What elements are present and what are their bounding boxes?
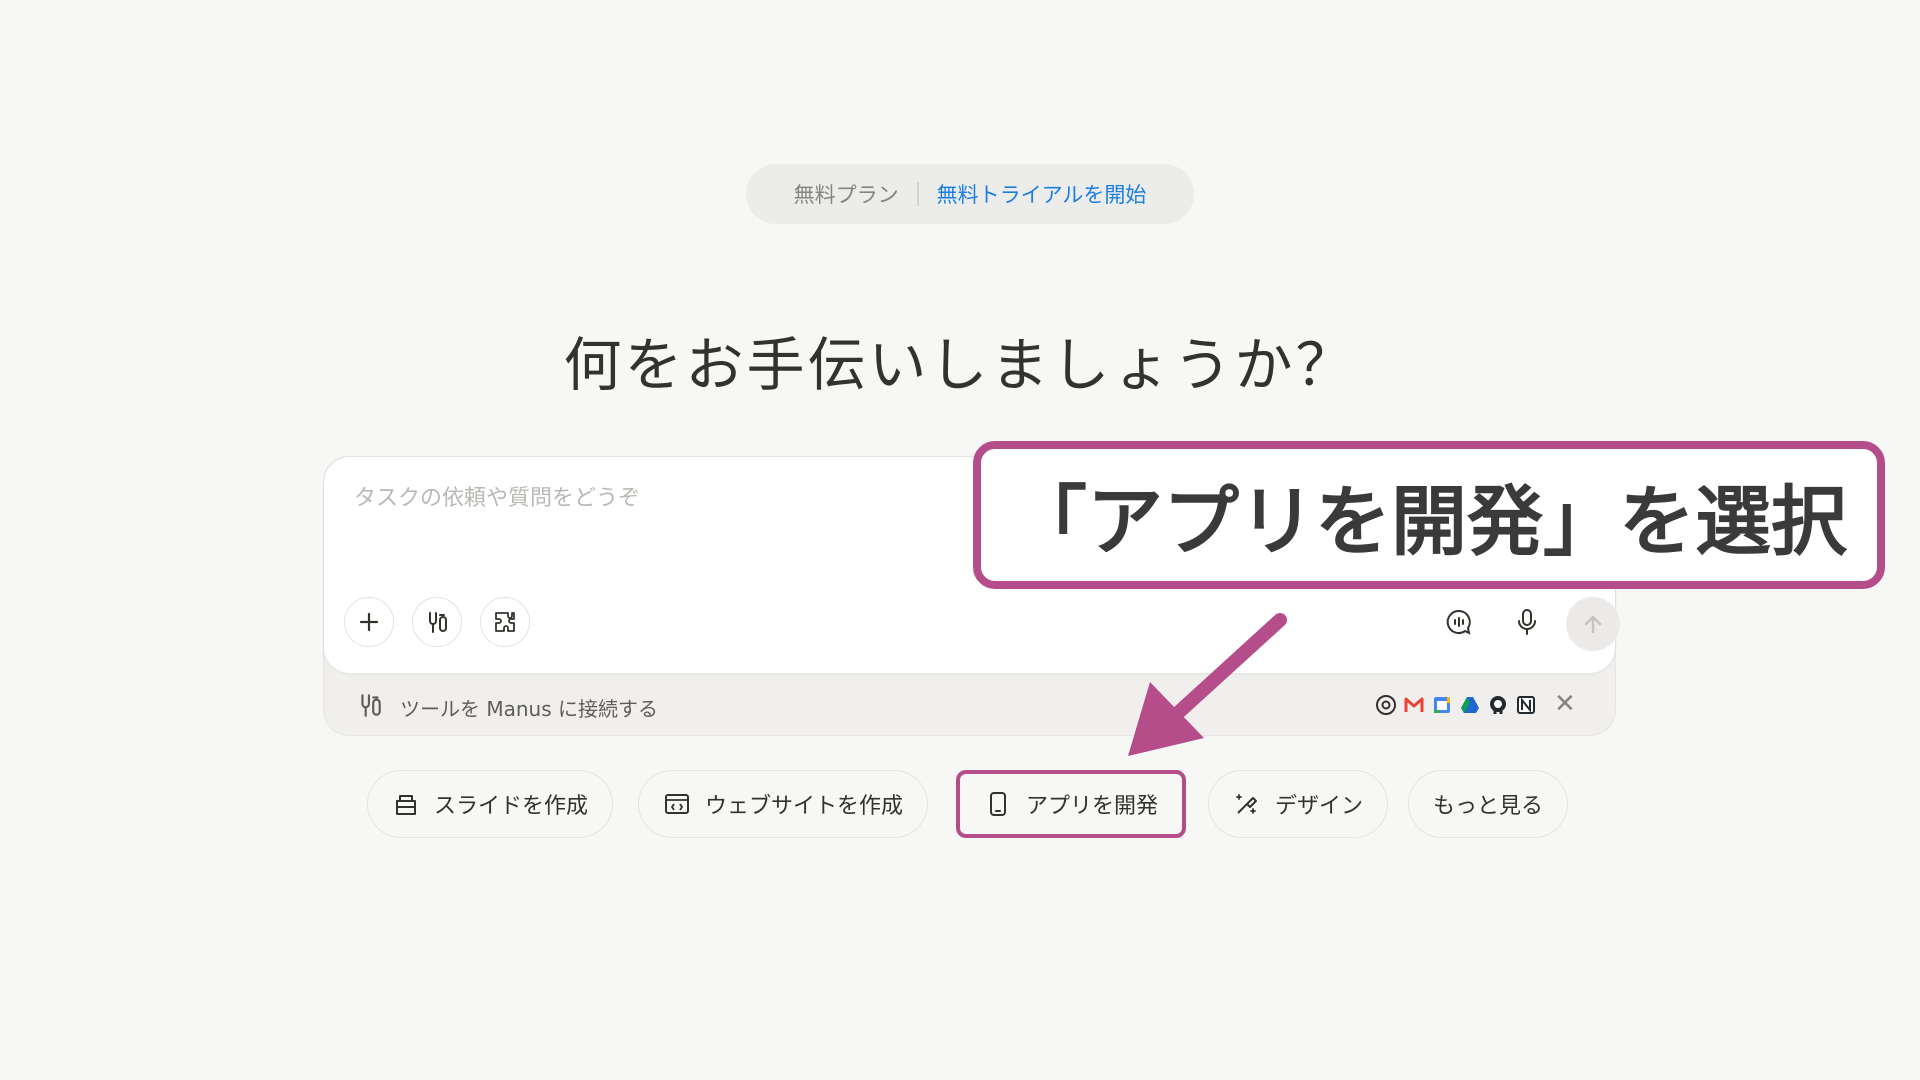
create-slides-label: スライドを作成: [434, 794, 589, 819]
connector-logos: [1374, 693, 1538, 717]
chrome-icon: [1374, 693, 1398, 717]
tools-button[interactable]: [412, 597, 462, 647]
github-icon: [1486, 693, 1510, 717]
plan-label: 無料プラン: [793, 183, 899, 207]
close-icon[interactable]: ✕: [1554, 689, 1576, 719]
see-more-button[interactable]: もっと見る: [1408, 770, 1569, 838]
plan-pill: 無料プラン 無料トライアルを開始: [746, 164, 1194, 224]
browser-icon: [665, 794, 689, 814]
annotation-text: 「アプリを開発」を選択: [1011, 477, 1847, 566]
google-drive-icon: [1458, 693, 1482, 717]
presentation-icon: [396, 795, 416, 815]
see-more-label: もっと見る: [1433, 794, 1544, 819]
tools-connect-icon: [429, 612, 447, 633]
google-calendar-icon: [1430, 693, 1454, 717]
add-button[interactable]: [344, 597, 394, 647]
task-input[interactable]: [352, 485, 1056, 512]
create-website-button[interactable]: ウェブサイトを作成: [638, 770, 929, 838]
develop-app-button[interactable]: アプリを開発: [956, 770, 1187, 838]
microphone-icon: [1518, 609, 1536, 635]
start-trial-link[interactable]: 無料トライアルを開始: [937, 179, 1147, 209]
arrow-up-icon: [1584, 615, 1602, 634]
notion-icon: [1514, 693, 1538, 717]
page-title: 何をお手伝いしましょうか？: [563, 331, 1357, 399]
design-icon: [1236, 794, 1257, 814]
connect-tools-text[interactable]: ツールを Manus に接続する: [400, 693, 658, 722]
gmail-icon: [1402, 693, 1426, 717]
design-button[interactable]: デザイン: [1208, 770, 1389, 838]
create-slides-button[interactable]: スライドを作成: [367, 770, 614, 838]
create-website-label: ウェブサイトを作成: [705, 794, 904, 819]
send-button[interactable]: [1566, 597, 1620, 651]
design-label: デザイン: [1275, 794, 1364, 819]
annotation-callout: 「アプリを開発」を選択: [973, 441, 1885, 589]
plugins-button[interactable]: [480, 597, 530, 647]
plus-icon: [359, 612, 379, 632]
phone-icon: [990, 792, 1006, 816]
annotation-arrow-icon: [1128, 613, 1287, 756]
voice-chat-button[interactable]: [1434, 597, 1484, 647]
connect-tools-bar[interactable]: ツールを Manus に接続する ✕: [324, 673, 1615, 737]
microphone-button[interactable]: [1502, 597, 1552, 647]
pill-divider: [916, 182, 919, 206]
develop-app-label: アプリを開発: [1026, 794, 1159, 819]
voice-chat-icon: [1446, 609, 1471, 635]
puzzle-icon: [495, 612, 515, 632]
quick-actions: スライドを作成 ウェブサイトを作成 アプリを開発 デザイン もっと見る: [0, 770, 1920, 838]
manus-home: 無料プラン 無料トライアルを開始 何をお手伝いしましょうか？ タスクの依頼や質問…: [0, 0, 1920, 1080]
tools-connect-icon: [361, 694, 381, 717]
